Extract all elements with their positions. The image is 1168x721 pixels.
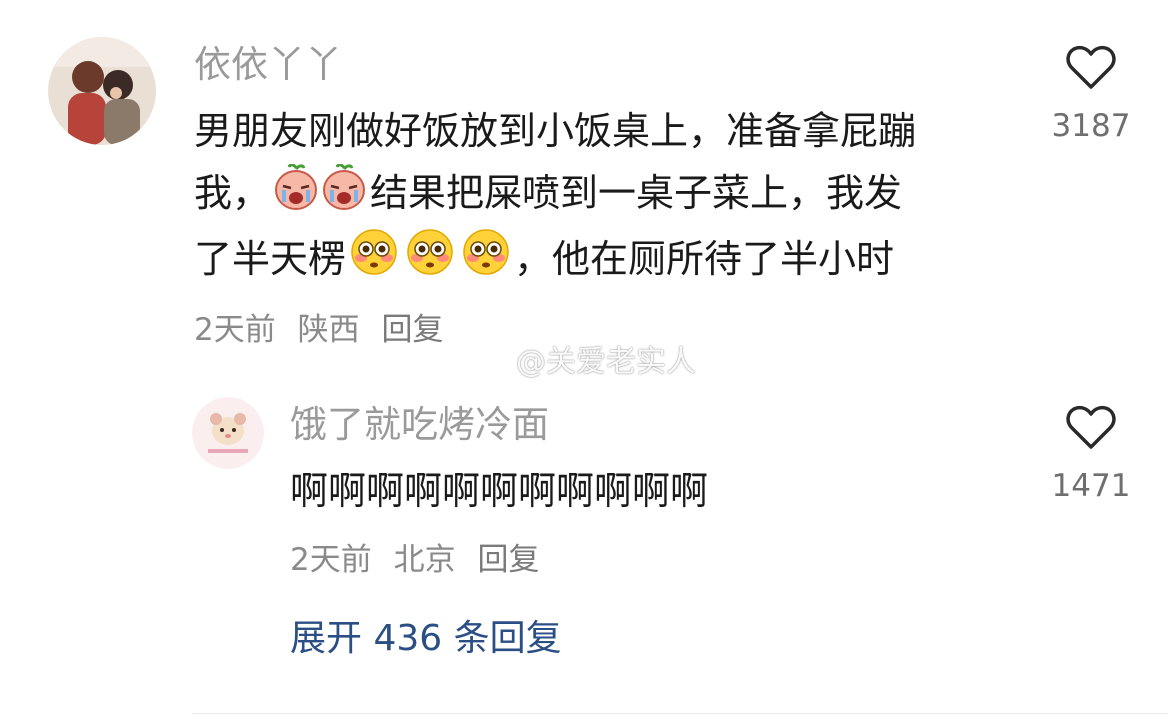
avatar[interactable] <box>48 37 156 145</box>
reply-username[interactable]: 饿了就吃烤冷面 <box>290 406 549 443</box>
watermark: @关爱老实人 <box>466 345 696 381</box>
reply-reply-button[interactable]: 回复 <box>477 542 539 578</box>
like-count: 1471 <box>1051 468 1131 504</box>
crying-face-icon <box>322 162 366 228</box>
expand-replies-link[interactable]: 展开 436 条回复 <box>290 621 562 657</box>
comment-location: 陕西 <box>297 312 360 348</box>
reply-location: 北京 <box>393 542 456 578</box>
comment-like-button[interactable]: 3187 <box>1041 45 1141 142</box>
comment-username[interactable]: 依依丫丫 <box>194 46 342 83</box>
reply-meta: 2天前 北京 回复 <box>290 545 539 576</box>
weibo-logo-icon <box>467 349 510 380</box>
reply-like-button[interactable]: 1471 <box>1041 405 1141 502</box>
comment-line-3: 了半天楞 ，他在厕所待了半小时 <box>194 228 916 295</box>
reply-button[interactable]: 回复 <box>381 312 443 348</box>
comment-time: 2天前 <box>194 312 276 348</box>
reply-time: 2天前 <box>290 542 372 578</box>
crying-face-icon <box>274 162 318 228</box>
comment-line-2: 我， 结果把屎喷到一桌子菜上，我发 <box>194 162 916 228</box>
divider <box>192 713 1168 714</box>
like-count: 3187 <box>1051 108 1131 144</box>
heart-outline-icon <box>1066 45 1116 89</box>
comment-meta: 2天前 陕西 回复 <box>194 315 443 346</box>
comment-line-1: 男朋友刚做好饭放到小饭桌上，准备拿屁蹦 <box>194 109 917 153</box>
reply-text: 啊啊啊啊啊啊啊啊啊啊啊 <box>290 469 709 513</box>
flushed-face-icon <box>462 228 510 294</box>
heart-outline-icon <box>1066 405 1116 449</box>
flushed-face-icon <box>406 228 454 294</box>
flushed-face-icon <box>350 228 398 294</box>
reply-avatar[interactable] <box>192 397 264 469</box>
comment-text: 男朋友刚做好饭放到小饭桌上，准备拿屁蹦 我， 结果把屎喷到一桌子菜上，我发 了半… <box>194 100 916 294</box>
